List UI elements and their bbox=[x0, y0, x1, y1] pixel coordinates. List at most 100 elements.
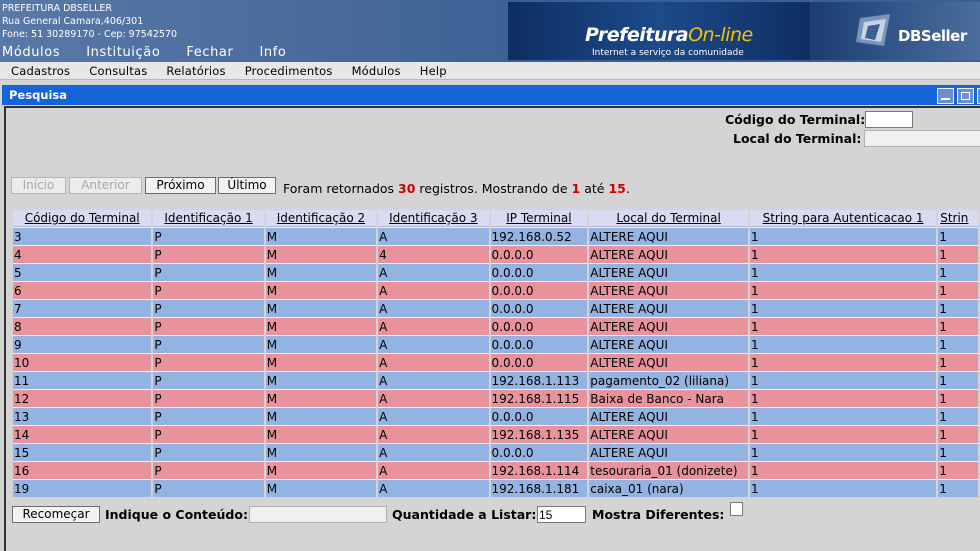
cell-identificacao-3[interactable]: 4 bbox=[378, 245, 489, 263]
cell-string-auth-2[interactable]: 1 bbox=[938, 299, 978, 317]
cell-local[interactable]: ALTERE AQUI bbox=[589, 227, 748, 245]
minimize-button[interactable] bbox=[937, 88, 954, 104]
table-row[interactable]: 10 P M A 0.0.0.0 ALTERE AQUI 1 1 bbox=[13, 353, 978, 371]
cell-ip[interactable]: 192.168.1.135 bbox=[490, 425, 588, 443]
cell-codigo[interactable]: 12 bbox=[13, 389, 152, 407]
table-row[interactable]: 19 P M A 192.168.1.181 caixa_01 (nara) 1 1 bbox=[13, 479, 978, 497]
col-identificacao-3[interactable]: Identificação 3 bbox=[378, 210, 489, 227]
cell-ip[interactable]: 0.0.0.0 bbox=[490, 281, 588, 299]
cell-identificacao-1[interactable]: P bbox=[153, 263, 264, 281]
cell-identificacao-3[interactable]: A bbox=[378, 461, 489, 479]
cell-identificacao-3[interactable]: A bbox=[378, 479, 489, 497]
cell-string-auth-1[interactable]: 1 bbox=[749, 317, 937, 335]
cell-identificacao-2[interactable]: M bbox=[265, 407, 377, 425]
cell-codigo[interactable]: 19 bbox=[13, 479, 152, 497]
cell-identificacao-3[interactable]: A bbox=[378, 389, 489, 407]
cell-local[interactable]: ALTERE AQUI bbox=[589, 317, 748, 335]
cell-codigo[interactable]: 16 bbox=[13, 461, 152, 479]
cell-identificacao-3[interactable]: A bbox=[378, 353, 489, 371]
cell-local[interactable]: Baixa de Banco - Nara bbox=[589, 389, 748, 407]
cell-string-auth-2[interactable]: 1 bbox=[938, 281, 978, 299]
cell-string-auth-1[interactable]: 1 bbox=[749, 245, 937, 263]
cell-string-auth-2[interactable]: 1 bbox=[938, 461, 978, 479]
table-row[interactable]: 3 P M A 192.168.0.52 ALTERE AQUI 1 1 bbox=[13, 227, 978, 245]
menu-relatorios[interactable]: Relatórios bbox=[156, 64, 234, 78]
topnav-modulos[interactable]: Módulos bbox=[2, 45, 60, 62]
cell-codigo[interactable]: 5 bbox=[13, 263, 152, 281]
cell-identificacao-1[interactable]: P bbox=[153, 353, 264, 371]
cell-identificacao-2[interactable]: M bbox=[265, 443, 377, 461]
cell-codigo[interactable]: 10 bbox=[13, 353, 152, 371]
cell-identificacao-2[interactable]: M bbox=[265, 371, 377, 389]
cell-identificacao-2[interactable]: M bbox=[265, 479, 377, 497]
menu-procedimentos[interactable]: Procedimentos bbox=[235, 64, 342, 78]
cell-codigo[interactable]: 6 bbox=[13, 281, 152, 299]
col-ip-terminal[interactable]: IP Terminal bbox=[490, 210, 588, 227]
cell-identificacao-3[interactable]: A bbox=[378, 335, 489, 353]
cell-identificacao-2[interactable]: M bbox=[265, 389, 377, 407]
cell-string-auth-2[interactable]: 1 bbox=[938, 335, 978, 353]
table-row[interactable]: 13 P M A 0.0.0.0 ALTERE AQUI 1 1 bbox=[13, 407, 978, 425]
table-row[interactable]: 12 P M A 192.168.1.115 Baixa de Banco - Nara 1… bbox=[13, 389, 978, 407]
cell-string-auth-1[interactable]: 1 bbox=[749, 371, 937, 389]
quantity-input[interactable] bbox=[537, 506, 586, 523]
cell-string-auth-2[interactable]: 1 bbox=[938, 443, 978, 461]
table-row[interactable]: 16 P M A 192.168.1.114 tesouraria_01 (donizet… bbox=[13, 461, 978, 479]
col-local-terminal[interactable]: Local do Terminal bbox=[589, 210, 748, 227]
cell-ip[interactable]: 0.0.0.0 bbox=[490, 335, 588, 353]
table-row[interactable]: 6 P M A 0.0.0.0 ALTERE AQUI 1 1 bbox=[13, 281, 978, 299]
cell-ip[interactable]: 192.168.1.181 bbox=[490, 479, 588, 497]
cell-local[interactable]: pagamento_02 (liliana) bbox=[589, 371, 748, 389]
cell-identificacao-3[interactable]: A bbox=[378, 425, 489, 443]
cell-codigo[interactable]: 11 bbox=[13, 371, 152, 389]
cell-string-auth-1[interactable]: 1 bbox=[749, 263, 937, 281]
first-page-button[interactable]: Início bbox=[11, 177, 66, 194]
cell-ip[interactable]: 0.0.0.0 bbox=[490, 263, 588, 281]
cell-string-auth-2[interactable]: 1 bbox=[938, 425, 978, 443]
cell-identificacao-2[interactable]: M bbox=[265, 425, 377, 443]
cell-codigo[interactable]: 13 bbox=[13, 407, 152, 425]
cell-string-auth-1[interactable]: 1 bbox=[749, 227, 937, 245]
cell-local[interactable]: ALTERE AQUI bbox=[589, 443, 748, 461]
cell-local[interactable]: ALTERE AQUI bbox=[589, 407, 748, 425]
cell-identificacao-2[interactable]: M bbox=[265, 461, 377, 479]
cell-string-auth-1[interactable]: 1 bbox=[749, 407, 937, 425]
cell-string-auth-1[interactable]: 1 bbox=[749, 425, 937, 443]
cell-identificacao-3[interactable]: A bbox=[378, 371, 489, 389]
cell-ip[interactable]: 192.168.1.113 bbox=[490, 371, 588, 389]
cell-ip[interactable]: 0.0.0.0 bbox=[490, 443, 588, 461]
cell-ip[interactable]: 0.0.0.0 bbox=[490, 353, 588, 371]
cell-ip[interactable]: 0.0.0.0 bbox=[490, 299, 588, 317]
cell-string-auth-2[interactable]: 1 bbox=[938, 317, 978, 335]
codigo-terminal-input[interactable] bbox=[865, 111, 913, 128]
cell-string-auth-2[interactable]: 1 bbox=[938, 389, 978, 407]
cell-local[interactable]: ALTERE AQUI bbox=[589, 425, 748, 443]
cell-identificacao-3[interactable]: A bbox=[378, 407, 489, 425]
cell-local[interactable]: ALTERE AQUI bbox=[589, 245, 748, 263]
cell-identificacao-1[interactable]: P bbox=[153, 389, 264, 407]
cell-codigo[interactable]: 14 bbox=[13, 425, 152, 443]
menu-help[interactable]: Help bbox=[410, 64, 456, 78]
cell-identificacao-3[interactable]: A bbox=[378, 317, 489, 335]
cell-string-auth-2[interactable]: 1 bbox=[938, 407, 978, 425]
cell-codigo[interactable]: 3 bbox=[13, 227, 152, 245]
table-row[interactable]: 4 P M 4 0.0.0.0 ALTERE AQUI 1 1 bbox=[13, 245, 978, 263]
topnav-instituicao[interactable]: Instituição bbox=[86, 45, 160, 62]
next-page-button[interactable]: Próximo bbox=[145, 177, 216, 194]
cell-identificacao-3[interactable]: A bbox=[378, 281, 489, 299]
cell-ip[interactable]: 192.168.0.52 bbox=[490, 227, 588, 245]
cell-identificacao-1[interactable]: P bbox=[153, 371, 264, 389]
cell-local[interactable]: ALTERE AQUI bbox=[589, 263, 748, 281]
cell-local[interactable]: ALTERE AQUI bbox=[589, 299, 748, 317]
show-different-checkbox[interactable] bbox=[730, 502, 743, 516]
cell-identificacao-2[interactable]: M bbox=[265, 353, 377, 371]
cell-ip[interactable]: 192.168.1.114 bbox=[490, 461, 588, 479]
cell-local[interactable]: caixa_01 (nara) bbox=[589, 479, 748, 497]
cell-codigo[interactable]: 15 bbox=[13, 443, 152, 461]
cell-identificacao-2[interactable]: M bbox=[265, 245, 377, 263]
cell-identificacao-1[interactable]: P bbox=[153, 299, 264, 317]
table-row[interactable]: 8 P M A 0.0.0.0 ALTERE AQUI 1 1 bbox=[13, 317, 978, 335]
cell-identificacao-1[interactable]: P bbox=[153, 443, 264, 461]
col-string-autenticacao-1[interactable]: String para Autenticacao 1 bbox=[749, 210, 937, 227]
table-row[interactable]: 11 P M A 192.168.1.113 pagamento_02 (liliana)… bbox=[13, 371, 978, 389]
